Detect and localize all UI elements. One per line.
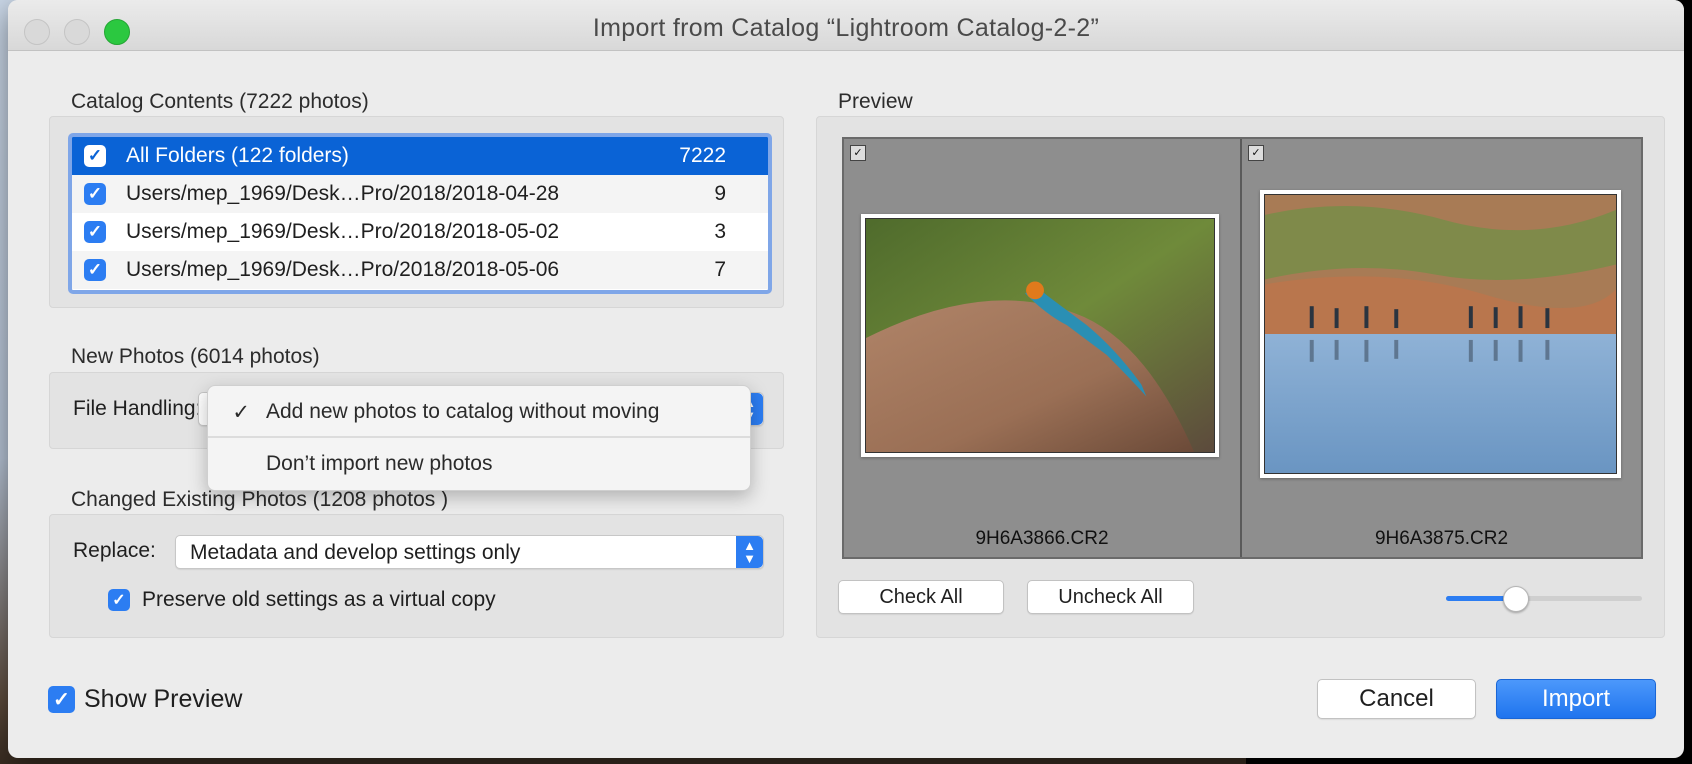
menu-item-add-without-moving[interactable]: ✓ Add new photos to catalog without movi…: [208, 388, 750, 436]
preview-filename: 9H6A3866.CR2: [975, 528, 1109, 549]
import-button[interactable]: Import: [1496, 679, 1656, 719]
folder-row[interactable]: ✓ Users/mep_1969/Desk…Pro/2018/2018-05-0…: [72, 251, 768, 289]
window-title: Import from Catalog “Lightroom Catalog-2…: [592, 14, 1100, 42]
preserve-virtual-copy-checkbox[interactable]: ✓: [108, 589, 130, 611]
folder-checkbox[interactable]: ✓: [84, 259, 106, 281]
folder-row-all[interactable]: ✓ All Folders (122 folders) 7222: [72, 137, 768, 175]
menu-item-label: Add new photos to catalog without moving: [266, 400, 660, 423]
thumbnail-lizard-on-rock[interactable]: [861, 214, 1219, 457]
folder-checkbox[interactable]: ✓: [84, 221, 106, 243]
folder-name: All Folders (122 folders): [126, 144, 349, 167]
uncheck-all-button[interactable]: Uncheck All: [1027, 580, 1194, 614]
preview-cell[interactable]: ✓: [1242, 139, 1641, 557]
file-handling-label: File Handling:: [73, 397, 202, 420]
preview-checkbox[interactable]: ✓: [850, 145, 866, 161]
menu-item-dont-import[interactable]: Don’t import new photos: [208, 440, 750, 488]
title-bar: Import from Catalog “Lightroom Catalog-2…: [8, 0, 1684, 51]
folder-count: 3: [714, 220, 726, 243]
show-preview-checkbox[interactable]: ✓: [48, 686, 75, 713]
replace-select-value: Metadata and develop settings only: [190, 541, 521, 564]
hikers-photo-image: [1264, 194, 1617, 474]
checkmark-icon: ✓: [232, 400, 250, 424]
changed-photos-label: Changed Existing Photos (1208 photos ): [71, 488, 449, 511]
changed-photos-panel: [49, 514, 784, 638]
replace-select[interactable]: Metadata and develop settings only ▲ ▼: [175, 535, 764, 569]
file-handling-dropdown-menu: ✓ Add new photos to catalog without movi…: [207, 385, 751, 491]
preview-label: Preview: [838, 90, 913, 113]
folder-count: 7: [714, 258, 726, 281]
menu-item-label: Don’t import new photos: [266, 452, 493, 475]
folder-checkbox[interactable]: ✓: [84, 183, 106, 205]
slider-knob[interactable]: [1502, 586, 1529, 612]
menu-separator: [208, 436, 750, 438]
select-stepper-icon: ▲▼: [736, 536, 763, 568]
preserve-virtual-copy-label: Preserve old settings as a virtual copy: [142, 588, 496, 611]
folder-name: Users/mep_1969/Desk…Pro/2018/2018-05-06: [126, 258, 560, 281]
folder-list[interactable]: ✓ All Folders (122 folders) 7222 ✓ Users…: [68, 133, 772, 294]
folder-count: 9: [714, 182, 726, 205]
preview-checkbox[interactable]: ✓: [1248, 145, 1264, 161]
folder-count: 7222: [679, 144, 726, 167]
catalog-contents-label: Catalog Contents (7222 photos): [71, 90, 369, 113]
check-all-button[interactable]: Check All: [838, 580, 1004, 614]
folder-name: Users/mep_1969/Desk…Pro/2018/2018-05-02: [126, 220, 560, 243]
folder-name: Users/mep_1969/Desk…Pro/2018/2018-04-28: [126, 182, 560, 205]
show-preview-label: Show Preview: [84, 685, 243, 713]
cancel-button[interactable]: Cancel: [1317, 679, 1476, 719]
import-dialog: Import from Catalog “Lightroom Catalog-2…: [8, 0, 1684, 758]
folder-row[interactable]: ✓ Users/mep_1969/Desk…Pro/2018/2018-05-0…: [72, 213, 768, 251]
preview-cell[interactable]: ✓: [844, 139, 1242, 557]
thumbnail-hikers-reflection-lake[interactable]: [1260, 190, 1621, 478]
preview-grid: ✓ 9H6A3866.CR2 ✓ 9H6A3875.CR2: [842, 137, 1643, 559]
preview-filename: 9H6A3875.CR2: [1374, 528, 1509, 549]
folder-row[interactable]: ✓ Users/mep_1969/Desk…Pro/2018/2018-04-2…: [72, 175, 768, 213]
folder-checkbox[interactable]: ✓: [84, 145, 106, 167]
lizard-photo-image: [865, 218, 1215, 453]
replace-label: Replace:: [73, 539, 156, 562]
new-photos-label: New Photos (6014 photos): [71, 345, 320, 368]
thumbnail-size-slider[interactable]: [1446, 586, 1642, 612]
